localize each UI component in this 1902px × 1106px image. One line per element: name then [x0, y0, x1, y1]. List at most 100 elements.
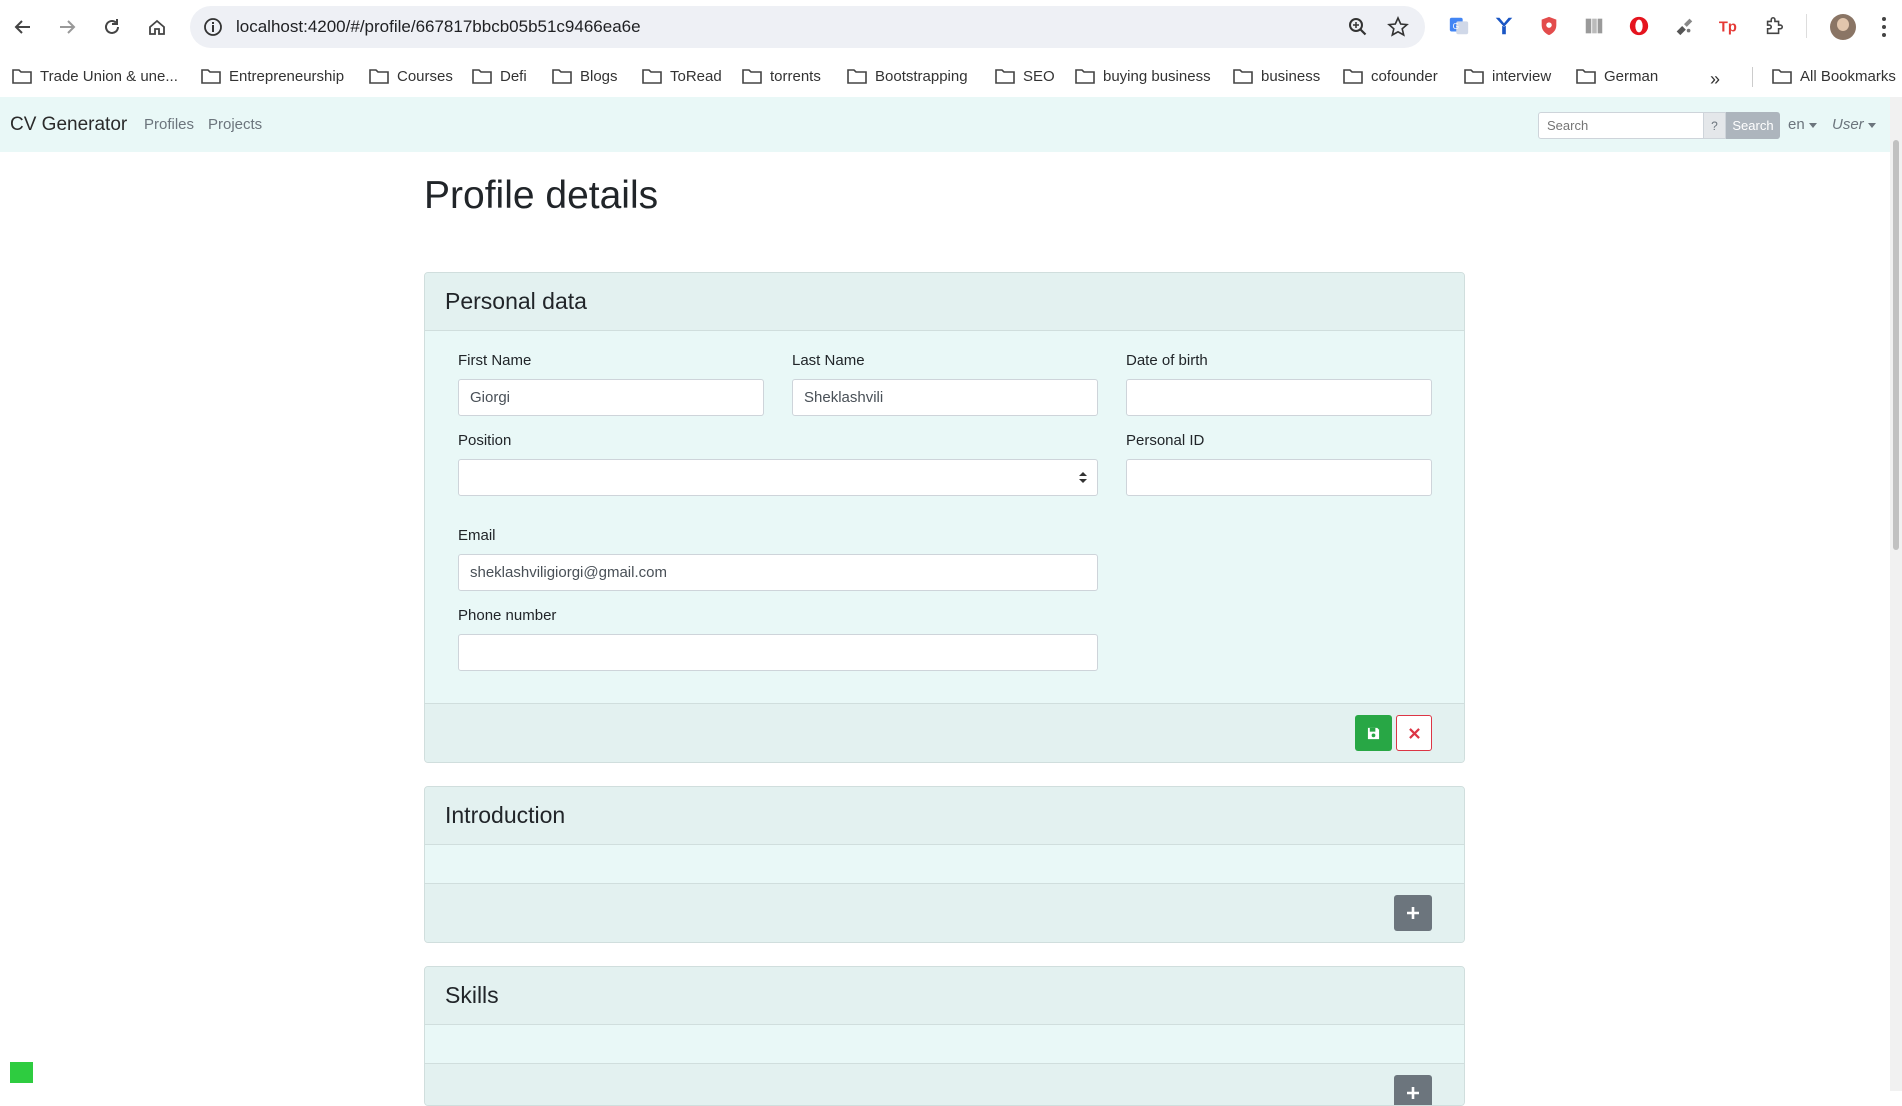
bookmark-folder[interactable]: Trade Union & une...: [12, 65, 178, 87]
bookmarks-bar: Trade Union & une... Entrepreneurship Co…: [0, 56, 1902, 96]
browser-toolbar: localhost:4200/#/profile/667817bbcb05b51…: [0, 0, 1902, 55]
app-navbar: CV Generator Profiles Projects ? Search …: [0, 97, 1902, 152]
first-name-input[interactable]: [458, 379, 764, 416]
personal-data-card: Personal data First Name Last Name Date …: [424, 272, 1465, 763]
bookmark-folder[interactable]: Blogs: [552, 65, 618, 87]
folder-icon: [1464, 69, 1484, 84]
card-title: Skills: [445, 982, 499, 1008]
user-dropdown[interactable]: User: [1832, 116, 1876, 133]
card-title: Personal data: [445, 288, 587, 314]
zoom-icon[interactable]: [1347, 16, 1369, 38]
folder-icon: [472, 69, 492, 84]
scrollbar-thumb[interactable]: [1893, 140, 1899, 550]
language-label: en: [1788, 116, 1805, 133]
phone-number-input[interactable]: [458, 634, 1098, 671]
email-input[interactable]: [458, 554, 1098, 591]
card-footer: [425, 703, 1464, 762]
card-body: [425, 1025, 1464, 1063]
date-of-birth-label: Date of birth: [1126, 352, 1208, 369]
svg-text:Tp: Tp: [1719, 20, 1737, 36]
card-header: Skills: [425, 967, 1464, 1025]
shield-extension-icon[interactable]: [1537, 14, 1561, 38]
bookmark-folder[interactable]: cofounder: [1343, 65, 1438, 87]
more-bookmarks-button[interactable]: »: [1710, 69, 1720, 90]
satellite-extension-icon[interactable]: [1672, 14, 1696, 38]
info-icon[interactable]: [202, 16, 224, 38]
opera-extension-icon[interactable]: [1627, 14, 1651, 38]
email-label: Email: [458, 527, 496, 544]
reader-extension-icon[interactable]: [1582, 14, 1606, 38]
position-label: Position: [458, 432, 512, 449]
card-footer: [425, 883, 1464, 942]
brand-logo[interactable]: CV Generator: [10, 114, 127, 136]
bookmark-folder[interactable]: German: [1576, 65, 1658, 87]
more-menu-icon[interactable]: [1876, 14, 1892, 40]
home-button[interactable]: [142, 12, 172, 42]
last-name-label: Last Name: [792, 352, 865, 369]
position-select[interactable]: [458, 459, 1098, 496]
search-help-button[interactable]: ?: [1704, 112, 1726, 139]
arrow-right-icon: [60, 20, 76, 34]
bookmark-folder[interactable]: ToRead: [642, 65, 722, 87]
cancel-button[interactable]: [1396, 715, 1432, 751]
card-footer: [425, 1063, 1464, 1105]
status-indicator: [10, 1062, 33, 1083]
introduction-card: Introduction: [424, 786, 1465, 943]
skills-card: Skills: [424, 966, 1465, 1106]
search-button[interactable]: Search: [1726, 112, 1780, 139]
extensions-puzzle-icon[interactable]: [1762, 14, 1786, 38]
folder-icon: [201, 69, 221, 84]
add-introduction-button[interactable]: [1394, 895, 1432, 931]
language-dropdown[interactable]: en: [1788, 116, 1817, 133]
folder-icon: [552, 69, 572, 84]
bookmark-folder[interactable]: torrents: [742, 65, 821, 87]
toolbar-divider: [1806, 14, 1807, 38]
bookmark-folder[interactable]: interview: [1464, 65, 1551, 87]
card-body: [425, 845, 1464, 883]
reload-button[interactable]: [97, 12, 127, 42]
last-name-input[interactable]: [792, 379, 1098, 416]
bookmark-star-icon[interactable]: [1387, 16, 1409, 38]
bookmark-folder[interactable]: Entrepreneurship: [201, 65, 344, 87]
close-icon: [1408, 727, 1420, 739]
bookmark-folder[interactable]: Defi: [472, 65, 527, 87]
bookmark-folder[interactable]: Courses: [369, 65, 453, 87]
folder-icon: [1343, 69, 1363, 84]
chevron-down-icon: [1808, 122, 1817, 128]
page-title: Profile details: [424, 174, 659, 217]
phone-number-label: Phone number: [458, 607, 557, 624]
floppy-disk-icon: [1367, 727, 1380, 739]
folder-icon: [369, 69, 389, 84]
tp-extension-icon[interactable]: Tp: [1717, 14, 1741, 38]
forward-button[interactable]: [52, 12, 82, 42]
plus-icon: [1407, 907, 1419, 919]
google-translate-extension-icon[interactable]: G: [1447, 14, 1471, 38]
card-title: Introduction: [445, 802, 566, 828]
bookmark-folder[interactable]: SEO: [995, 65, 1055, 87]
url-text[interactable]: localhost:4200/#/profile/667817bbcb05b51…: [236, 17, 641, 37]
folder-icon: [12, 69, 32, 84]
bookmark-folder[interactable]: buying business: [1075, 65, 1211, 87]
folder-icon: [1772, 69, 1792, 84]
nav-link-profiles[interactable]: Profiles: [144, 116, 194, 133]
address-bar[interactable]: localhost:4200/#/profile/667817bbcb05b51…: [190, 6, 1425, 48]
save-button[interactable]: [1355, 715, 1392, 751]
bookmark-folder[interactable]: Bootstrapping: [847, 65, 968, 87]
bookmark-folder[interactable]: business: [1233, 65, 1320, 87]
personal-id-input[interactable]: [1126, 459, 1432, 496]
back-button[interactable]: [8, 12, 38, 42]
folder-icon: [1576, 69, 1596, 84]
search-input[interactable]: [1538, 112, 1704, 139]
folder-icon: [642, 69, 662, 84]
svg-text:G: G: [1453, 22, 1459, 31]
profile-avatar[interactable]: [1830, 14, 1856, 40]
home-icon: [149, 19, 165, 35]
nav-link-projects[interactable]: Projects: [208, 116, 262, 133]
chevron-down-icon: [1867, 122, 1876, 128]
date-of-birth-input[interactable]: [1126, 379, 1432, 416]
all-bookmarks-folder[interactable]: All Bookmarks: [1772, 65, 1896, 87]
extension-y-icon[interactable]: [1492, 14, 1516, 38]
personal-id-label: Personal ID: [1126, 432, 1205, 449]
user-label: User: [1832, 116, 1864, 133]
folder-icon: [742, 69, 762, 84]
